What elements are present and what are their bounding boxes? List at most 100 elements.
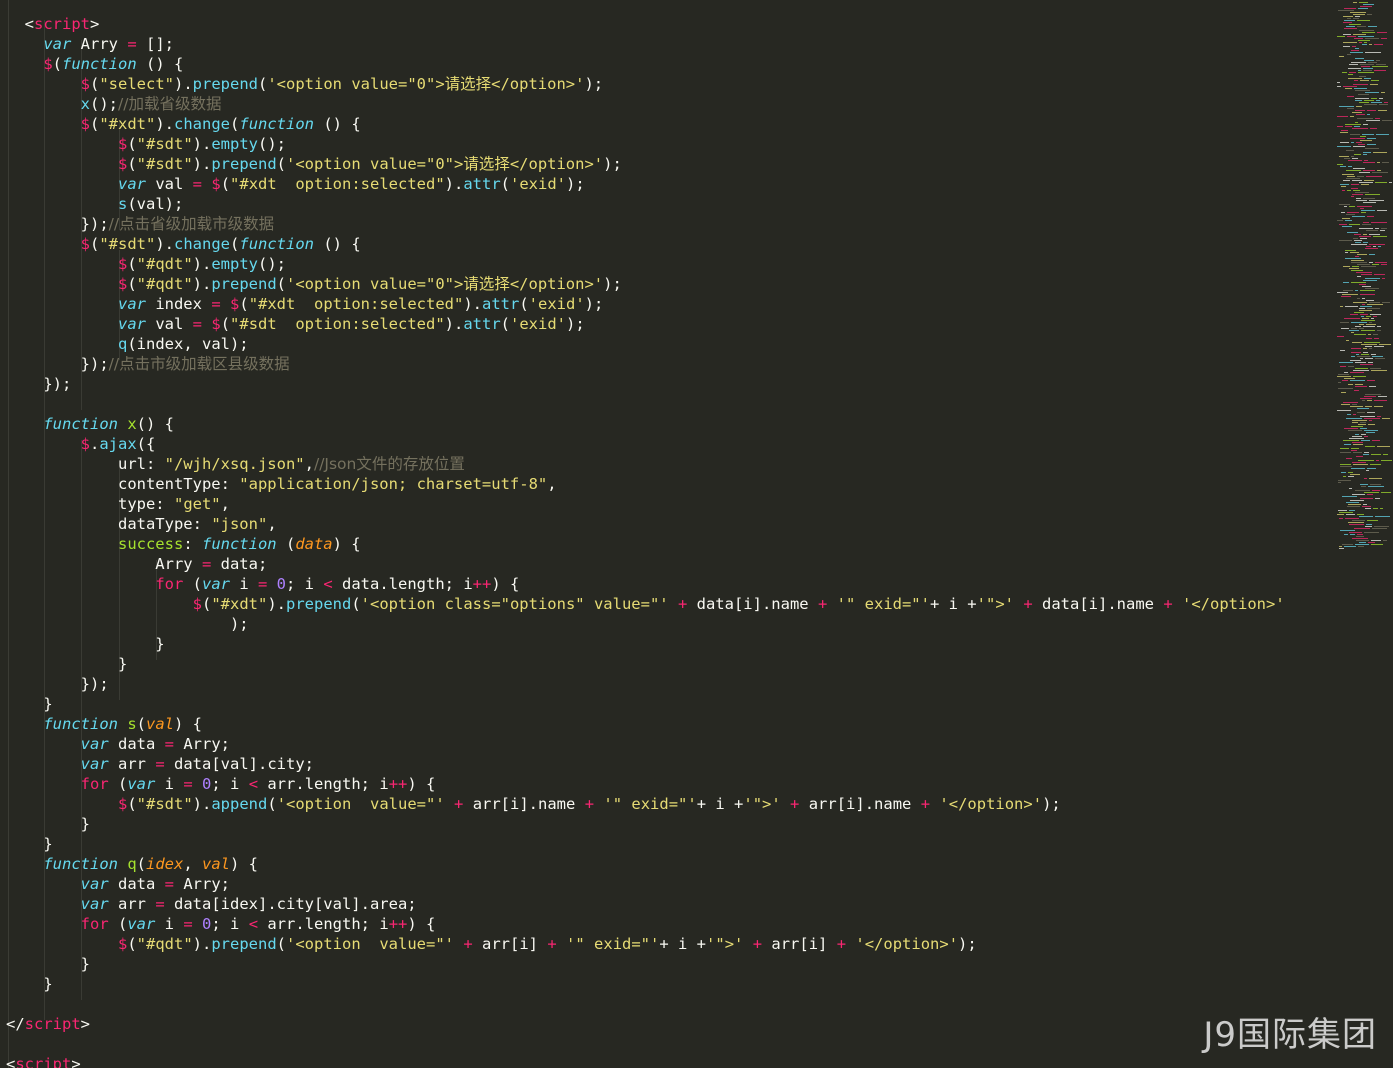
code-token: ( <box>136 855 147 873</box>
minimap-segment <box>1354 234 1361 235</box>
code-token: ( <box>201 595 212 613</box>
code-line[interactable]: } <box>6 634 1285 654</box>
code-line[interactable]: $(function () { <box>6 54 1285 74</box>
code-token: "#sdt option:selected" <box>230 315 445 333</box>
code-line[interactable] <box>6 994 1285 1014</box>
minimap-segment <box>1349 532 1362 533</box>
code-token: ); <box>584 295 604 313</box>
minimap-segment <box>1350 116 1354 117</box>
code-line[interactable]: success: function (data) { <box>6 534 1285 554</box>
code-line[interactable]: function s(val) { <box>6 714 1285 734</box>
minimap-segment <box>1364 532 1379 533</box>
code-line[interactable]: $("#sdt").append('<option value="' + arr… <box>6 794 1285 814</box>
code-line[interactable]: $("#xdt").change(function () { <box>6 114 1285 134</box>
code-line[interactable]: <script> <box>6 1054 1285 1068</box>
code-line[interactable]: $("#xdt").prepend('<option class="option… <box>6 594 1285 614</box>
code-line[interactable]: }); <box>6 674 1285 694</box>
code-token: + <box>817 595 828 613</box>
code-line[interactable]: for (var i = 0; i < arr.length; i++) { <box>6 914 1285 934</box>
code-line[interactable]: var val = $("#xdt option:selected").attr… <box>6 174 1285 194</box>
code-token: + <box>790 795 800 813</box>
code-line[interactable]: } <box>6 954 1285 974</box>
minimap-segment <box>1353 2 1357 3</box>
code-token: val <box>145 315 193 333</box>
code-line[interactable]: $("#sdt").prepend('<option value="0">请选择… <box>6 154 1285 174</box>
minimap-segment <box>1373 316 1377 317</box>
code-line[interactable] <box>6 1034 1285 1054</box>
minimap-segment <box>1371 544 1383 545</box>
code-line[interactable]: s(val); <box>6 194 1285 214</box>
code-token: ) { <box>407 775 436 793</box>
minimap-segment <box>1364 160 1368 161</box>
code-editor[interactable]: <script> var Arry = []; $(function () { … <box>0 0 1335 1068</box>
code-line[interactable]: $("#qdt").prepend('<option value="' + ar… <box>6 934 1285 954</box>
code-line[interactable]: } <box>6 694 1285 714</box>
code-line[interactable]: url: "/wjh/xsq.json",//Json文件的存放位置 <box>6 454 1285 474</box>
code-line[interactable]: q(index, val); <box>6 334 1285 354</box>
code-line[interactable]: } <box>6 974 1285 994</box>
minimap-segment <box>1350 134 1360 135</box>
minimap-segment <box>1362 286 1371 287</box>
code-line[interactable]: <script> <box>6 14 1285 34</box>
code-token: ( <box>267 795 277 813</box>
minimap-segment <box>1353 464 1368 465</box>
code-line[interactable]: function q(idex, val) { <box>6 854 1285 874</box>
code-line[interactable]: for (var i = 0; i < data.length; i++) { <box>6 574 1285 594</box>
code-line[interactable]: } <box>6 654 1285 674</box>
minimap-segment <box>1344 318 1360 319</box>
code-line[interactable]: type: "get", <box>6 494 1285 514</box>
code-token: ). <box>174 75 193 93</box>
code-line[interactable]: $("#qdt").empty(); <box>6 254 1285 274</box>
code-line[interactable]: var arr = data[idex].city[val].area; <box>6 894 1285 914</box>
code-line[interactable]: } <box>6 814 1285 834</box>
minimap[interactable] <box>1335 0 1393 560</box>
code-line[interactable]: dataType: "json", <box>6 514 1285 534</box>
code-token: = <box>155 755 165 773</box>
code-line[interactable]: for (var i = 0; i < arr.length; i++) { <box>6 774 1285 794</box>
code-line[interactable]: $.ajax({ <box>6 434 1285 454</box>
minimap-segment <box>1350 500 1364 501</box>
minimap-segment <box>1349 510 1355 511</box>
code-line[interactable]: var arr = data[val].city; <box>6 754 1285 774</box>
minimap-segment <box>1352 436 1362 437</box>
minimap-segment <box>1380 230 1385 231</box>
code-area[interactable]: <script> var Arry = []; $(function () { … <box>6 14 1285 1068</box>
code-token: + <box>547 935 557 953</box>
code-line[interactable]: $("select").prepend('<option value="0">请… <box>6 74 1285 94</box>
code-line[interactable]: });//点击市级加载区县级数据 <box>6 354 1285 374</box>
code-line[interactable]: var Arry = []; <box>6 34 1285 54</box>
minimap-segment <box>1343 266 1350 267</box>
code-line[interactable]: var index = $("#xdt option:selected").at… <box>6 294 1285 314</box>
code-token: < <box>6 1055 16 1068</box>
code-line[interactable] <box>6 394 1285 414</box>
code-line[interactable]: Arry = data; <box>6 554 1285 574</box>
minimap-segment <box>1371 102 1382 103</box>
code-line[interactable]: $("#qdt").prepend('<option value="0">请选择… <box>6 274 1285 294</box>
code-line[interactable]: function x() { <box>6 414 1285 434</box>
code-line[interactable]: $("#sdt").empty(); <box>6 134 1285 154</box>
minimap-segment <box>1350 534 1355 535</box>
code-line[interactable]: });//点击省级加载市级数据 <box>6 214 1285 234</box>
code-line[interactable]: ); <box>6 614 1285 634</box>
minimap-segment <box>1367 14 1372 15</box>
code-line[interactable]: var data = Arry; <box>6 734 1285 754</box>
minimap-segment <box>1356 114 1365 115</box>
code-line[interactable]: $("#sdt").change(function () { <box>6 234 1285 254</box>
code-line[interactable]: contentType: "application/json; charset=… <box>6 474 1285 494</box>
minimap-segment <box>1356 354 1359 355</box>
minimap-segment <box>1377 446 1390 447</box>
code-line[interactable]: } <box>6 834 1285 854</box>
code-token: , <box>304 455 314 473</box>
code-line[interactable]: x();//加载省级数据 <box>6 94 1285 114</box>
code-line[interactable]: </script> <box>6 1014 1285 1034</box>
code-token: 0 <box>276 575 287 593</box>
code-line[interactable]: var val = $("#sdt option:selected").attr… <box>6 314 1285 334</box>
code-token: "#qdt" <box>136 935 193 953</box>
code-token: ) { <box>332 535 361 553</box>
code-line[interactable]: }); <box>6 374 1285 394</box>
code-line[interactable]: var data = Arry; <box>6 874 1285 894</box>
